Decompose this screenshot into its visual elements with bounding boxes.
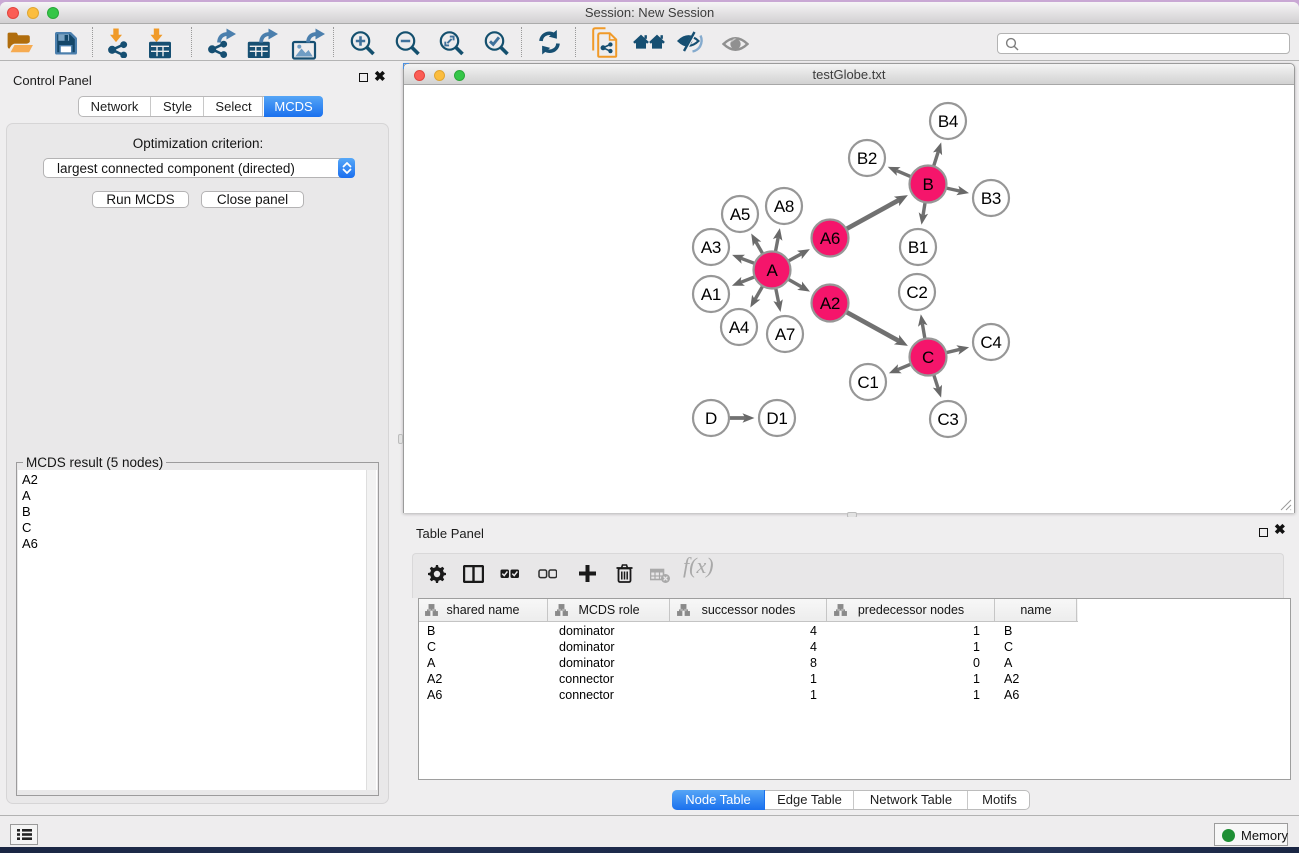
- svg-text:B4: B4: [938, 112, 958, 131]
- svg-text:A8: A8: [774, 197, 794, 216]
- svg-text:C1: C1: [857, 373, 878, 392]
- svg-text:C2: C2: [906, 283, 927, 302]
- svg-text:A7: A7: [775, 325, 795, 344]
- svg-text:A6: A6: [820, 229, 840, 248]
- svg-text:A5: A5: [730, 205, 750, 224]
- svg-text:B3: B3: [981, 189, 1001, 208]
- svg-text:C3: C3: [937, 410, 958, 429]
- svg-text:B1: B1: [908, 238, 928, 257]
- svg-text:B2: B2: [857, 149, 877, 168]
- svg-text:C4: C4: [980, 333, 1001, 352]
- svg-text:B: B: [922, 175, 933, 194]
- svg-text:A3: A3: [701, 238, 721, 257]
- svg-text:A: A: [766, 261, 778, 280]
- svg-text:A1: A1: [701, 285, 721, 304]
- svg-text:A4: A4: [729, 318, 749, 337]
- svg-text:C: C: [922, 348, 934, 367]
- svg-text:D1: D1: [766, 409, 787, 428]
- svg-text:D: D: [705, 409, 717, 428]
- svg-text:A2: A2: [820, 294, 840, 313]
